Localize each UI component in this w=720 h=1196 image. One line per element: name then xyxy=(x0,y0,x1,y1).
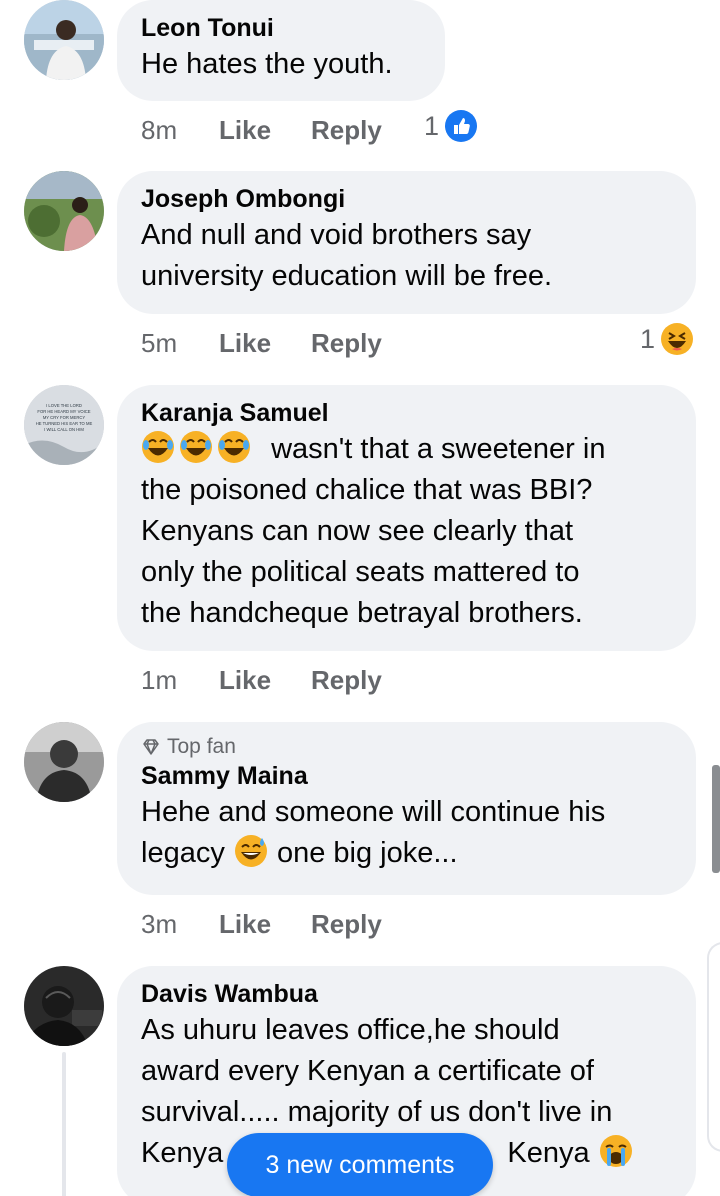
svg-text:MY CRY FOR MERCY: MY CRY FOR MERCY xyxy=(43,415,86,420)
comment-text-line: legacy one big joke... xyxy=(141,833,672,874)
comment-text-line: university education will be free. xyxy=(141,260,553,292)
like-button[interactable]: Like xyxy=(219,665,311,696)
comment-text-line: Hehe and someone will continue his xyxy=(141,796,606,828)
comment-time[interactable]: 8m xyxy=(141,115,219,146)
comment-author[interactable]: Karanja Samuel xyxy=(141,397,672,429)
side-panel-edge xyxy=(707,942,720,1152)
comment-text-line: Kenyans can now see clearly that xyxy=(141,515,574,547)
reply-button[interactable]: Reply xyxy=(311,328,382,359)
comment-text-segment: Kenya xyxy=(141,1137,224,1169)
comment-time[interactable]: 3m xyxy=(141,909,219,940)
like-button[interactable]: Like xyxy=(219,909,311,940)
comment-text-line: award every Kenyan a certificate of xyxy=(141,1055,594,1087)
comment-author[interactable]: Joseph Ombongi xyxy=(141,183,672,215)
reply-button[interactable]: Reply xyxy=(311,115,382,146)
scrollbar[interactable] xyxy=(712,765,720,873)
comment-actions: 3m Like Reply xyxy=(141,904,382,944)
avatar-photo xyxy=(24,171,104,251)
comment-text-line: survival..... majority of us don't live … xyxy=(141,1096,613,1128)
reply-thread-line xyxy=(62,1052,66,1196)
comment-text-line: And null and void brothers say xyxy=(141,219,532,251)
reply-button[interactable]: Reply xyxy=(311,665,382,696)
comment-actions: 8m Like Reply xyxy=(141,110,382,150)
comment-text-line: the poisoned chalice that was BBI? xyxy=(141,474,593,506)
reaction-summary[interactable]: 1 xyxy=(424,110,478,142)
sweat-smile-emoji-icon xyxy=(233,835,277,869)
haha-icon xyxy=(661,323,694,355)
comment-actions: 1m Like Reply xyxy=(141,660,382,700)
comment-bubble: Top fan Sammy Maina Hehe and someone wil… xyxy=(117,722,696,895)
loudly-crying-emoji-icon xyxy=(598,1135,634,1169)
comment-text-line: the handcheque betrayal brothers. xyxy=(141,597,583,629)
comment-author[interactable]: Leon Tonui xyxy=(141,12,421,44)
comment-text-segment: legacy xyxy=(141,837,225,869)
avatar[interactable]: I LOVE THE LORD FOR HE HEARD MY VOICE MY… xyxy=(24,385,104,465)
top-fan-label: Top fan xyxy=(167,735,236,758)
comment-text-segment: wasn't that a sweetener in xyxy=(271,433,606,465)
svg-text:HE TURNED HIS EAR TO ME: HE TURNED HIS EAR TO ME xyxy=(36,421,93,426)
svg-text:FOR HE HEARD MY VOICE: FOR HE HEARD MY VOICE xyxy=(37,409,90,414)
comment-bubble: Karanja Samuel wasn't that a sweetener i… xyxy=(117,385,696,651)
joy-emoji-icon xyxy=(141,431,261,465)
avatar-photo xyxy=(24,966,104,1046)
comment-text-segment: Kenya xyxy=(507,1137,590,1169)
like-icon xyxy=(445,110,478,142)
avatar-photo xyxy=(24,0,104,80)
svg-text:I WILL CALL ON HIM: I WILL CALL ON HIM xyxy=(44,427,84,432)
top-fan-badge: Top fan xyxy=(141,734,672,760)
reaction-count: 1 xyxy=(424,110,440,141)
reply-button[interactable]: Reply xyxy=(311,909,382,940)
comment-bubble: Joseph Ombongi And null and void brother… xyxy=(117,171,696,314)
comment-text-segment: one big joke... xyxy=(276,837,458,869)
comment-time[interactable]: 1m xyxy=(141,665,219,696)
comment-author[interactable]: Davis Wambua xyxy=(141,978,672,1010)
avatar[interactable] xyxy=(24,966,104,1046)
comment-text-line: As uhuru leaves office,he should xyxy=(141,1014,560,1046)
avatar-photo xyxy=(24,722,104,802)
avatar[interactable] xyxy=(24,171,104,251)
comment-text: He hates the youth. xyxy=(141,48,393,80)
reaction-summary[interactable]: 1 xyxy=(640,323,694,355)
comment-text-line: only the political seats mattered to xyxy=(141,556,580,588)
diamond-icon xyxy=(143,739,159,755)
comment-text-line: wasn't that a sweetener in xyxy=(141,429,672,470)
comment-author[interactable]: Sammy Maina xyxy=(141,760,672,792)
avatar[interactable] xyxy=(24,0,104,80)
avatar-photo: I LOVE THE LORD FOR HE HEARD MY VOICE MY… xyxy=(24,385,104,465)
like-button[interactable]: Like xyxy=(219,328,311,359)
avatar[interactable] xyxy=(24,722,104,802)
comment-time[interactable]: 5m xyxy=(141,328,219,359)
like-button[interactable]: Like xyxy=(219,115,311,146)
reaction-count: 1 xyxy=(640,323,656,354)
avatar-quote: I LOVE THE LORD xyxy=(46,403,82,408)
new-comments-button[interactable]: 3 new comments xyxy=(227,1133,493,1196)
comment-actions: 5m Like Reply xyxy=(141,323,382,363)
comment-bubble: Leon Tonui He hates the youth. xyxy=(117,0,445,101)
